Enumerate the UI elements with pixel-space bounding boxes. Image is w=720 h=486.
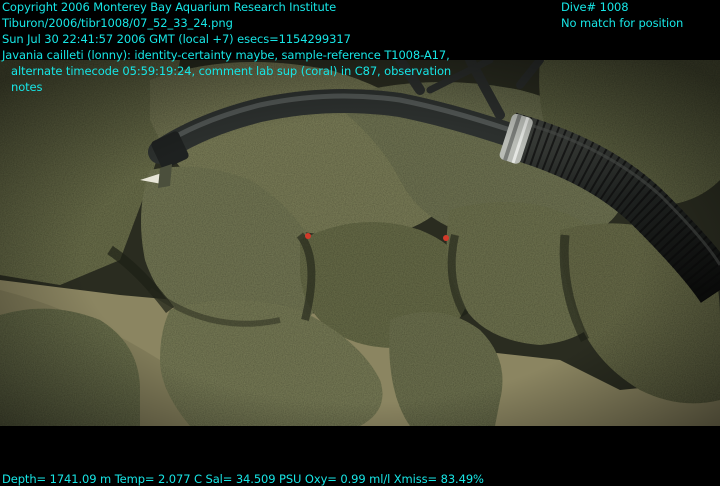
- timestamp-text: Sun Jul 30 22:41:57 2006 GMT (local +7) …: [2, 32, 351, 46]
- video-frame: Copyright 2006 Monterey Bay Aquarium Res…: [0, 0, 720, 486]
- seafloor-photo: [0, 60, 720, 426]
- dive-number: Dive# 1008: [561, 0, 629, 14]
- annotation-line-1: Javania cailleti (lonny): identity-certa…: [2, 48, 450, 62]
- copyright-text: Copyright 2006 Monterey Bay Aquarium Res…: [2, 0, 337, 14]
- annotation-line-2: alternate timecode 05:59:19:24, comment …: [11, 64, 452, 78]
- annotation-line-3: notes: [11, 80, 43, 94]
- telemetry-readout: Depth= 1741.09 m Temp= 2.077 C Sal= 34.5…: [2, 472, 484, 486]
- position-status: No match for position: [561, 16, 684, 30]
- filename-text: Tiburon/2006/tibr1008/07_52_33_24.png: [2, 16, 233, 30]
